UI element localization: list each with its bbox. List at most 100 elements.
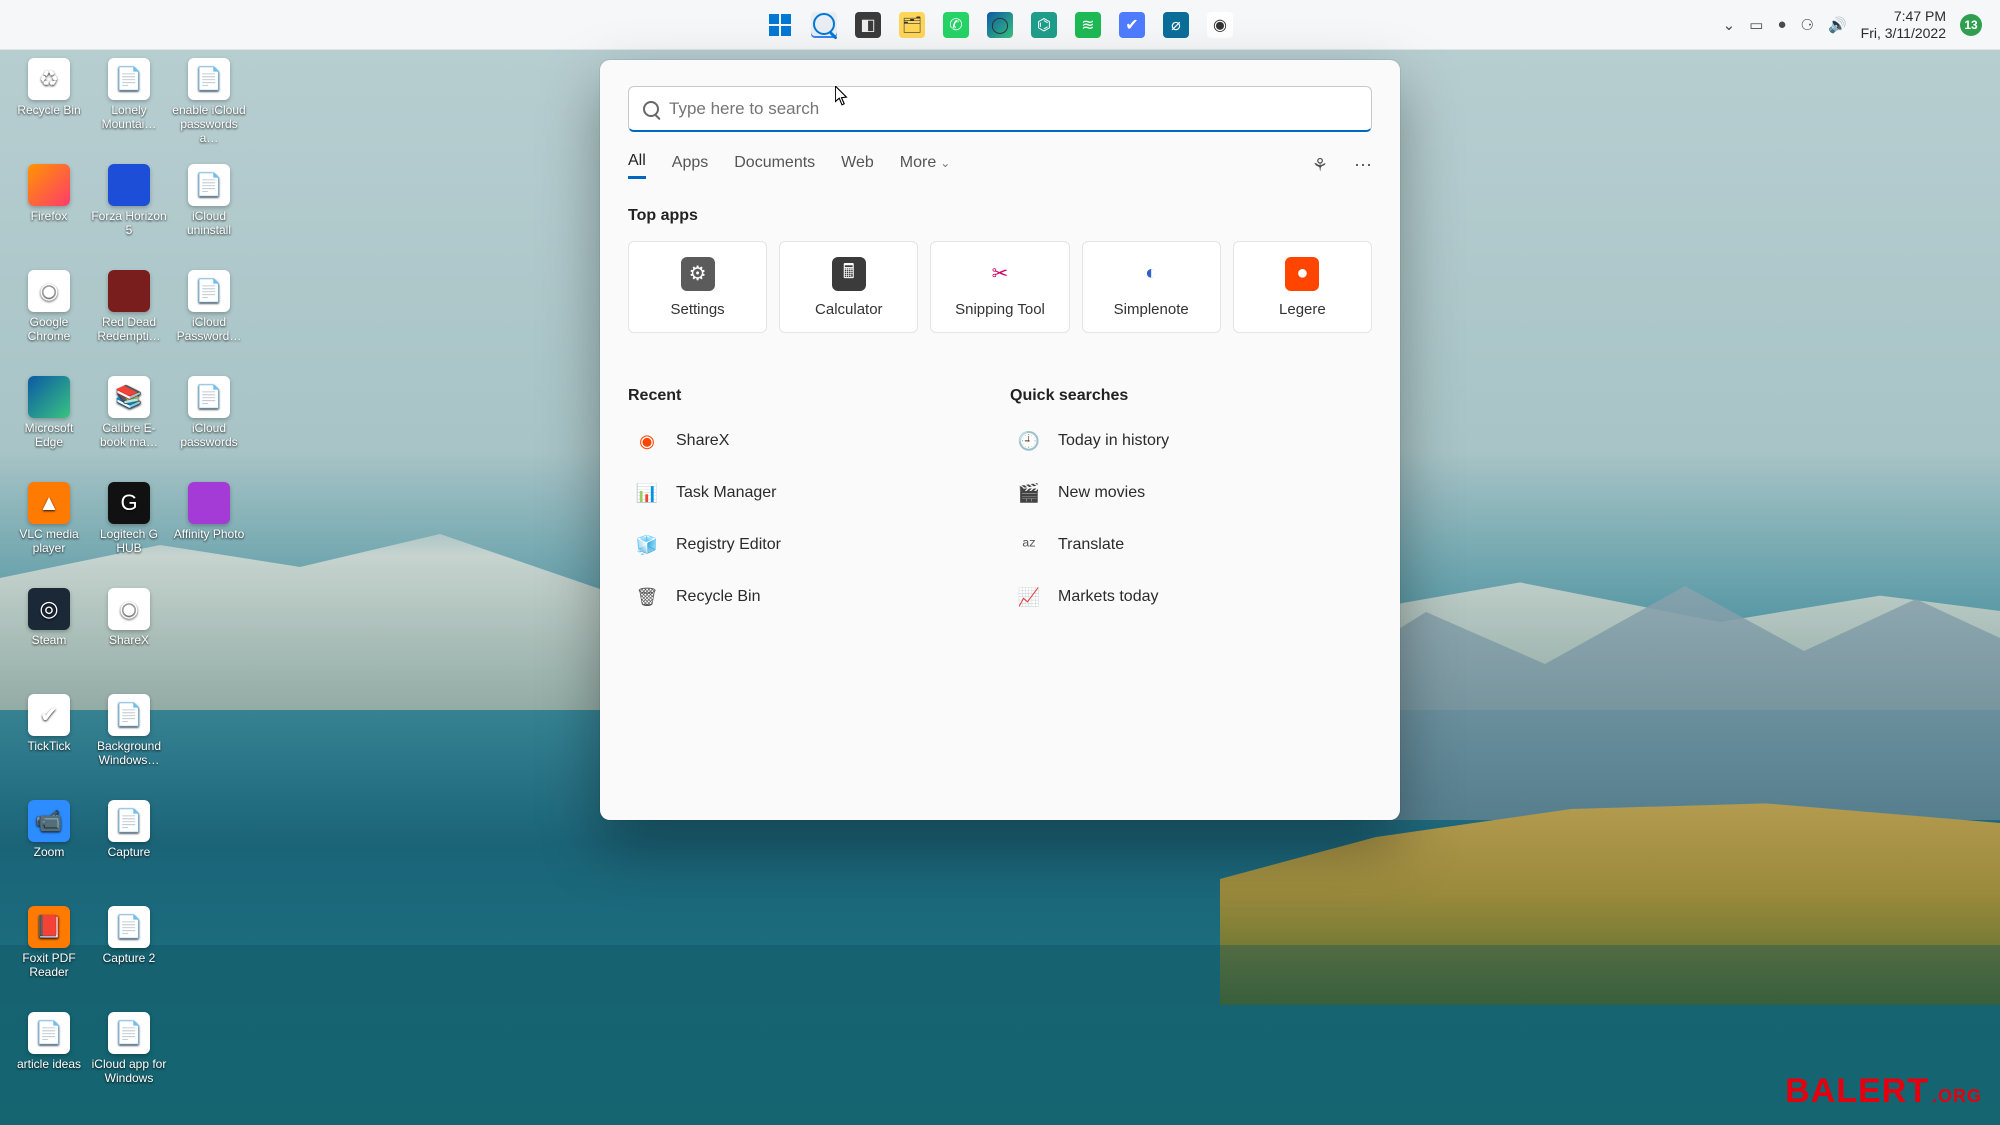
wallpaper-shore bbox=[0, 945, 2000, 1125]
desktop-icon[interactable]: Firefox bbox=[10, 162, 88, 264]
tab-web[interactable]: Web bbox=[841, 154, 874, 178]
taskbar-app-edge[interactable]: ◯ bbox=[987, 12, 1013, 38]
desktop-icon-image bbox=[108, 270, 150, 312]
quick-search-item[interactable]: ᵃᶻ Translate bbox=[1010, 521, 1372, 569]
quick-search-item[interactable]: 🎬New movies bbox=[1010, 469, 1372, 517]
desktop-icon-label: iCloud passwords bbox=[171, 422, 247, 450]
desktop-icon[interactable]: ◎Steam bbox=[10, 586, 88, 688]
top-app-card[interactable]: ◐Simplenote bbox=[1082, 241, 1221, 333]
desktop-icon-label: Forza Horizon 5 bbox=[91, 210, 167, 238]
recent-item-icon: 🗑 bbox=[634, 584, 660, 610]
tray-chevron-icon[interactable]: ⌄ bbox=[1723, 16, 1736, 34]
desktop-icon[interactable]: GLogitech G HUB bbox=[90, 480, 168, 582]
desktop-icon[interactable]: 📄iCloud Password… bbox=[170, 268, 248, 370]
desktop-icon[interactable]: Forza Horizon 5 bbox=[90, 162, 168, 264]
desktop-icon-image: ♻ bbox=[28, 58, 70, 100]
quick-search-item[interactable]: 🕘Today in history bbox=[1010, 417, 1372, 465]
desktop-icon-image: 📄 bbox=[28, 1012, 70, 1054]
desktop-icon-image: 📄 bbox=[188, 164, 230, 206]
taskbar-app-file-explorer[interactable]: 🗂 bbox=[899, 12, 925, 38]
desktop-icon[interactable]: 📄 article ideas bbox=[10, 1010, 88, 1112]
search-input[interactable] bbox=[669, 99, 1357, 119]
desktop-icon[interactable]: 📄enable iCloud passwords a… bbox=[170, 56, 248, 158]
desktop-icon[interactable]: 📄Background Windows… bbox=[90, 692, 168, 794]
desktop-icon-label: Capture bbox=[108, 846, 151, 860]
desktop-icon[interactable]: 📕Foxit PDF Reader bbox=[10, 904, 88, 1006]
desktop-icon-label: Zoom bbox=[34, 846, 65, 860]
desktop-icon[interactable]: 📚Calibre E-book ma… bbox=[90, 374, 168, 476]
tab-all[interactable]: All bbox=[628, 152, 646, 179]
desktop-icon[interactable]: 📄Capture bbox=[90, 798, 168, 900]
top-app-card[interactable]: ⚙Settings bbox=[628, 241, 767, 333]
taskbar-app-task-view[interactable]: ◧ bbox=[855, 12, 881, 38]
desktop-icon[interactable]: ◉ ShareX bbox=[90, 586, 168, 688]
taskbar-app-blocker[interactable]: ⌀ bbox=[1163, 12, 1189, 38]
desktop-icon-label: Lonely Mountai… bbox=[91, 104, 167, 132]
taskbar-app-chrome-tb[interactable]: ◉ bbox=[1207, 12, 1233, 38]
tray-tray-app-1-icon[interactable]: ▭ bbox=[1749, 16, 1763, 34]
desktop-icon[interactable]: ♻ Recycle Bin bbox=[10, 56, 88, 158]
desktop-icon[interactable]: 📹Zoom bbox=[10, 798, 88, 900]
desktop-icon[interactable]: Microsoft Edge bbox=[10, 374, 88, 476]
desktop-icon[interactable]: ▲VLC media player bbox=[10, 480, 88, 582]
recent-item-label: Task Manager bbox=[676, 484, 777, 502]
taskbar-app-spotify[interactable]: ≋ bbox=[1075, 12, 1101, 38]
top-app-card[interactable]: 🖩Calculator bbox=[779, 241, 918, 333]
search-scope-tabs: All Apps Documents Web More⌄ ⚘ ⋯ bbox=[628, 152, 1372, 179]
tab-more[interactable]: More⌄ bbox=[900, 154, 951, 178]
recent-item[interactable]: 🗑Recycle Bin bbox=[628, 573, 990, 621]
more-options-icon[interactable]: ⋯ bbox=[1354, 155, 1372, 176]
search-button[interactable] bbox=[811, 12, 837, 38]
tray-tray-app-2-icon[interactable]: ● bbox=[1777, 16, 1786, 33]
desktop-icon-label: iCloud app for Windows bbox=[91, 1058, 167, 1086]
desktop-icon-label: ShareX bbox=[109, 634, 149, 648]
desktop-icon[interactable]: Red Dead Redempti… bbox=[90, 268, 168, 370]
start-button[interactable] bbox=[767, 12, 793, 38]
desktop-icon-image: ◉ bbox=[108, 588, 150, 630]
desktop-icon[interactable]: 📄Lonely Mountai… bbox=[90, 56, 168, 158]
watermark-suffix: .ORG bbox=[1932, 1086, 1982, 1106]
clock-time: 7:47 PM bbox=[1861, 8, 1946, 24]
tab-apps[interactable]: Apps bbox=[672, 154, 708, 178]
desktop-icon-label: TickTick bbox=[27, 740, 70, 754]
tray-wifi-icon[interactable]: ⚆ bbox=[1801, 16, 1814, 34]
desktop-icon[interactable]: ✔TickTick bbox=[10, 692, 88, 794]
desktop-icon-image bbox=[28, 376, 70, 418]
top-app-label: Legere bbox=[1279, 301, 1326, 318]
quick-search-icon: ᵃᶻ bbox=[1016, 532, 1042, 558]
quick-search-icon: 📈 bbox=[1016, 584, 1042, 610]
search-icon bbox=[643, 101, 659, 117]
desktop-icon[interactable]: ◉Google Chrome bbox=[10, 268, 88, 370]
desktop-icon-image: 📚 bbox=[108, 376, 150, 418]
top-app-card[interactable]: ✂Snipping Tool bbox=[930, 241, 1069, 333]
desktop-icon-label: Recycle Bin bbox=[17, 104, 80, 118]
taskbar-app-whatsapp[interactable]: ✆ bbox=[943, 12, 969, 38]
recent-item[interactable]: 🧊Registry Editor bbox=[628, 521, 990, 569]
taskbar-app-ticktick-tb[interactable]: ✔ bbox=[1119, 12, 1145, 38]
quick-searches-header: Quick searches bbox=[1010, 387, 1372, 405]
desktop-icon[interactable]: 📄iCloud passwords bbox=[170, 374, 248, 476]
top-app-label: Simplenote bbox=[1114, 301, 1189, 318]
desktop-icon-image: 📕 bbox=[28, 906, 70, 948]
desktop-icon[interactable]: 📄iCloud app for Windows bbox=[90, 1010, 168, 1112]
desktop-icon-label: article ideas bbox=[17, 1058, 81, 1072]
tray-volume-icon[interactable]: 🔊 bbox=[1828, 16, 1847, 34]
desktop-icon[interactable]: Affinity Photo bbox=[170, 480, 248, 582]
recent-item[interactable]: ◉ShareX bbox=[628, 417, 990, 465]
search-flyout: All Apps Documents Web More⌄ ⚘ ⋯ Top app… bbox=[600, 60, 1400, 820]
quick-search-item[interactable]: 📈Markets today bbox=[1010, 573, 1372, 621]
rewards-icon[interactable]: ⚘ bbox=[1312, 155, 1328, 176]
top-app-card[interactable]: ●Legere bbox=[1233, 241, 1372, 333]
taskbar-center: ◧ 🗂 ✆ ◯ ⌬ ≋ ✔ ⌀ ◉ bbox=[767, 12, 1233, 38]
recent-item[interactable]: 📊Task Manager bbox=[628, 469, 990, 517]
top-app-icon: 🖩 bbox=[832, 257, 866, 291]
taskbar-clock[interactable]: 7:47 PM Fri, 3/11/2022 bbox=[1861, 8, 1946, 40]
search-box[interactable] bbox=[628, 86, 1372, 132]
desktop-icon[interactable]: 📄iCloud uninstall bbox=[170, 162, 248, 264]
tab-documents[interactable]: Documents bbox=[734, 154, 815, 178]
desktop-icon[interactable]: 📄Capture 2 bbox=[90, 904, 168, 1006]
desktop-icon-image bbox=[108, 164, 150, 206]
quick-search-label: Translate bbox=[1058, 536, 1124, 554]
taskbar-app-ai-app[interactable]: ⌬ bbox=[1031, 12, 1057, 38]
notification-count-badge[interactable]: 13 bbox=[1960, 14, 1982, 36]
